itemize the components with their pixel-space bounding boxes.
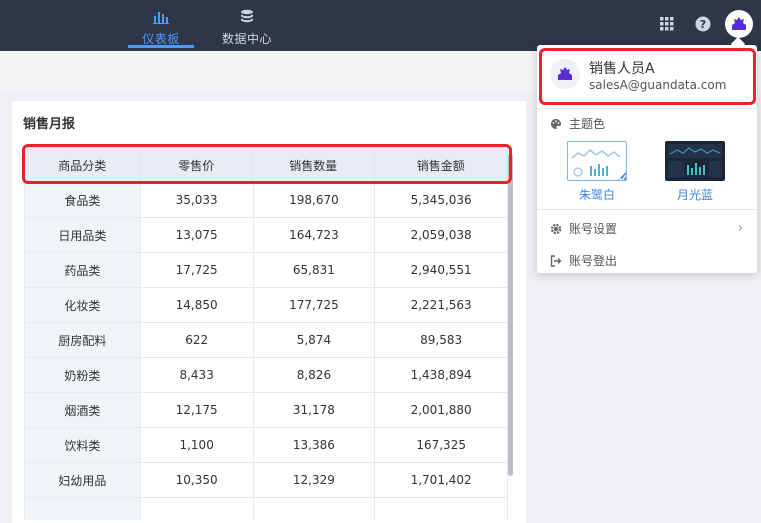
divider	[537, 209, 757, 210]
grid-icon[interactable]	[656, 13, 678, 35]
table-cell: 1,100	[141, 428, 254, 462]
table-cell: 2,221,563	[375, 288, 508, 322]
logout-item[interactable]: 账号登出	[550, 252, 617, 269]
table-cell: 饮料类	[25, 428, 141, 462]
table-row: 奶粉类 8,433 8,826 1,438,894	[24, 358, 508, 393]
table-cell: 5,874	[254, 323, 376, 357]
table-cell: 198,670	[254, 183, 376, 217]
help-icon[interactable]: ?	[692, 13, 714, 35]
card-title: 销售月报	[23, 117, 76, 132]
bar-chart-icon	[153, 8, 169, 26]
table-cell: 8,826	[254, 358, 376, 392]
table-row: 妇幼用品 10,350 12,329 1,701,402	[24, 463, 508, 498]
palette-icon	[550, 118, 562, 130]
table-cell: 1,438,894	[375, 358, 508, 392]
table-row: 厨房配料 622 5,874 89,583	[24, 323, 508, 358]
table-row: 日用品类 13,075 164,723 2,059,038	[24, 218, 508, 253]
theme-thumbnail-white	[567, 141, 627, 181]
user-avatar-icon[interactable]	[725, 10, 753, 38]
table-row: 化妆类 14,850 177,725 2,221,563	[24, 288, 508, 323]
table-cell	[375, 498, 508, 520]
sales-table: 商品分类 零售价 销售数量 销售金额 食品类 35,033 198,670 5,…	[24, 147, 508, 520]
table-cell: 13,075	[141, 218, 254, 252]
user-avatar-icon	[550, 59, 580, 89]
table-cell: 35,033	[141, 183, 254, 217]
table-cell: 2,940,551	[375, 253, 508, 287]
table-cell: 化妆类	[25, 288, 141, 322]
table-cell: 65,831	[254, 253, 376, 287]
table-row: 药品类 17,725 65,831 2,940,551	[24, 253, 508, 288]
table-row: 烟酒类 12,175 31,178 2,001,880	[24, 393, 508, 428]
table-cell: 妇幼用品	[25, 463, 141, 497]
table-row: 食品类 35,033 198,670 5,345,036	[24, 183, 508, 218]
table-cell: 17,725	[141, 253, 254, 287]
table-header: 商品分类 零售价 销售数量 销售金额	[24, 147, 508, 183]
theme-label: 朱鹭白	[578, 188, 615, 202]
table-cell: 药品类	[25, 253, 141, 287]
table-cell: 167,325	[375, 428, 508, 462]
table-cell: 13,386	[254, 428, 376, 462]
table-cell: 31,178	[254, 393, 376, 427]
column-header[interactable]: 销售金额	[375, 148, 507, 182]
table-cell: 厨房配料	[25, 323, 141, 357]
theme-option-moonlight-blue[interactable]: 月光蓝	[665, 141, 725, 203]
table-scrollbar[interactable]	[508, 154, 513, 476]
table-cell: 177,725	[254, 288, 376, 322]
chevron-right-icon: ›	[737, 221, 743, 236]
table-cell: 奶粉类	[25, 358, 141, 392]
table-cell	[25, 498, 141, 520]
table-cell: 5,345,036	[375, 183, 508, 217]
theme-option-ibis-white[interactable]: 朱鹭白	[567, 141, 627, 203]
table-cell: 14,850	[141, 288, 254, 322]
user-email: salesA@guandata.com	[589, 78, 727, 92]
theme-label: 主题色	[569, 117, 606, 131]
table-row: 饮料类 1,100 13,386 167,325	[24, 428, 508, 463]
account-settings-item[interactable]: 账号设置	[550, 220, 617, 237]
table-cell: 2,001,880	[375, 393, 508, 427]
user-name: 销售人员A	[589, 61, 655, 77]
divider	[537, 108, 757, 109]
table-cell: 12,175	[141, 393, 254, 427]
table-cell: 食品类	[25, 183, 141, 217]
table-cell: 12,329	[254, 463, 376, 497]
top-nav-bar	[0, 0, 761, 51]
column-header[interactable]: 零售价	[141, 148, 254, 182]
table-cell: 164,723	[254, 218, 376, 252]
svg-text:?: ?	[700, 18, 706, 31]
table-cell	[254, 498, 376, 520]
nav-tab-dashboard[interactable]: 仪表板	[126, 0, 196, 51]
table-cell: 2,059,038	[375, 218, 508, 252]
column-header[interactable]: 商品分类	[25, 148, 141, 182]
theme-section-label: 主题色	[550, 115, 605, 132]
nav-tab-label: 数据中心	[221, 32, 272, 46]
theme-thumbnail-blue	[665, 141, 725, 181]
user-dropdown-menu: 销售人员A salesA@guandata.com 主题色 朱鹭白 月光蓝 账号…	[537, 45, 757, 273]
table-cell	[141, 498, 254, 520]
sales-report-card: 销售月报 商品分类 零售价 销售数量 销售金额 食品类 35,033 198,6…	[12, 101, 526, 523]
column-header[interactable]: 销售数量	[253, 148, 375, 182]
table-cell: 1,701,402	[375, 463, 508, 497]
table-cell: 烟酒类	[25, 393, 141, 427]
table-cell: 10,350	[141, 463, 254, 497]
table-cell: 日用品类	[25, 218, 141, 252]
logout-icon	[550, 254, 562, 267]
table-cell: 89,583	[375, 323, 508, 357]
database-icon	[239, 8, 255, 26]
table-cell: 622	[141, 323, 254, 357]
logout-label: 账号登出	[569, 254, 618, 268]
nav-tab-label: 仪表板	[142, 32, 180, 46]
user-info-block: 销售人员A salesA@guandata.com	[537, 45, 757, 108]
gear-icon	[550, 223, 562, 235]
table-row-partial	[24, 498, 508, 520]
nav-tab-data-center[interactable]: 数据中心	[212, 0, 282, 51]
account-settings-label: 账号设置	[569, 222, 618, 236]
table-cell: 8,433	[141, 358, 254, 392]
theme-label: 月光蓝	[676, 188, 713, 202]
